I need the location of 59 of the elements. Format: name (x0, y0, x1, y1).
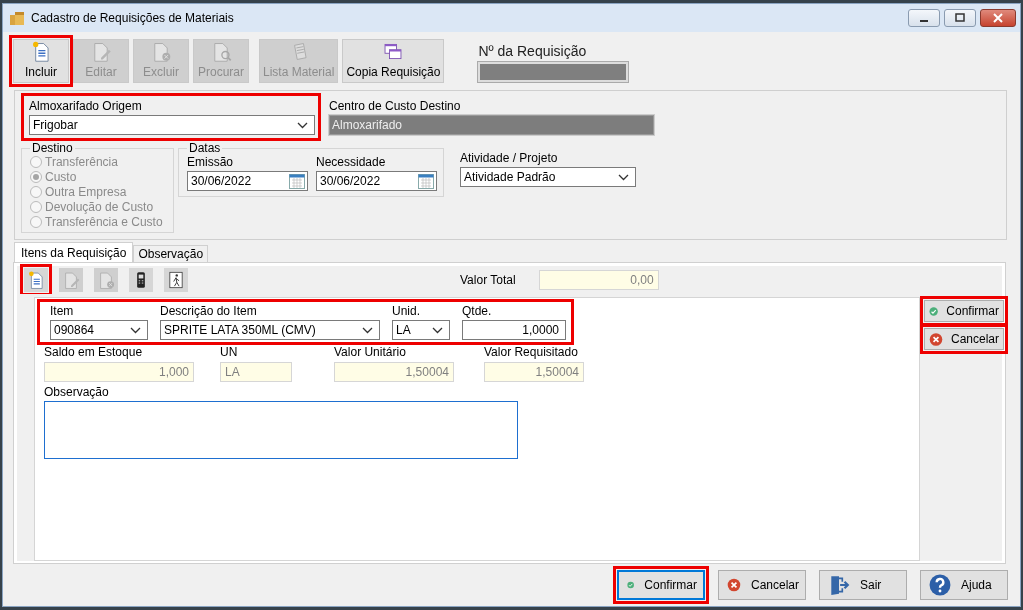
field-label: Almoxarifado Origem (29, 99, 143, 113)
dropdown-field[interactable]: 090864 (50, 320, 148, 340)
readonly-field: 1,000 (44, 362, 194, 382)
action-button[interactable]: Ajuda (920, 570, 1008, 600)
total-field: 0,00 (538, 270, 659, 290)
action-button[interactable]: Confirmar (617, 570, 705, 600)
calendar-icon[interactable] (289, 173, 305, 189)
tab[interactable]: Observação (133, 245, 209, 262)
new-document-icon (26, 270, 46, 290)
date-field[interactable]: 30/06/2022 (187, 171, 308, 191)
maximize-button[interactable] (944, 9, 976, 27)
field-label: Valor Total (460, 273, 516, 287)
field-label: Saldo em Estoque (44, 345, 144, 359)
field-label: Qtde. (462, 304, 493, 318)
dropdown-field[interactable]: SPRITE LATA 350ML (CMV) (160, 320, 380, 340)
help-icon (929, 574, 951, 596)
close-button[interactable] (980, 9, 1016, 27)
field-label: Emissão (187, 155, 234, 169)
dropdown-field[interactable]: Frigobar (29, 115, 315, 135)
action-button[interactable]: Sair (819, 570, 907, 600)
readonly-field: 1,50004 (484, 362, 584, 382)
maximize-icon (955, 13, 965, 23)
exit-door-icon (828, 574, 850, 596)
quantity-field[interactable]: 1,0000 (462, 320, 566, 340)
field-label: UN (220, 345, 239, 359)
boxes-icon (9, 10, 25, 26)
field-label: Item (50, 304, 75, 318)
field-label: Descrição do Item (160, 304, 258, 318)
field-label: Valor Unitário (334, 345, 407, 359)
action-button[interactable]: Cancelar (924, 328, 1004, 350)
walking-figure-icon (166, 270, 186, 290)
action-button[interactable]: Confirmar (924, 300, 1004, 322)
group-label: Destino (31, 141, 74, 155)
field-label: Valor Requisitado (484, 345, 579, 359)
dropdown-field[interactable]: LA (392, 320, 450, 340)
observation-field[interactable] (44, 401, 518, 459)
item-toolbar-button[interactable] (129, 268, 153, 292)
readonly-field: 1,50004 (334, 362, 454, 382)
group-label: Datas (188, 141, 222, 155)
toolbar-button[interactable]: Copia Requisição (342, 39, 445, 83)
toolbar-button[interactable]: Incluir (13, 39, 69, 83)
item-toolbar-button[interactable] (164, 268, 188, 292)
minimize-button[interactable] (908, 9, 940, 27)
field-label: Observação (44, 385, 110, 399)
cross-icon (929, 331, 943, 347)
calendar-icon[interactable] (418, 173, 434, 189)
close-icon (993, 13, 1003, 23)
dropdown-field[interactable]: Atividade Padrão (460, 167, 636, 187)
readonly-field: LA (220, 362, 292, 382)
tab[interactable]: Itens da Requisição (14, 242, 134, 262)
action-button[interactable]: Cancelar (718, 570, 806, 600)
field-label: Centro de Custo Destino (329, 99, 462, 113)
field-label: Nº da Requisição (478, 43, 588, 59)
field-label: Atividade / Projeto (460, 151, 559, 165)
field-label: Necessidade (316, 155, 387, 169)
field-label: Unid. (392, 304, 421, 318)
window-title: Cadastro de Requisições de Materiais (31, 11, 234, 25)
minimize-icon (920, 20, 928, 22)
date-field[interactable]: 30/06/2022 (316, 171, 437, 191)
